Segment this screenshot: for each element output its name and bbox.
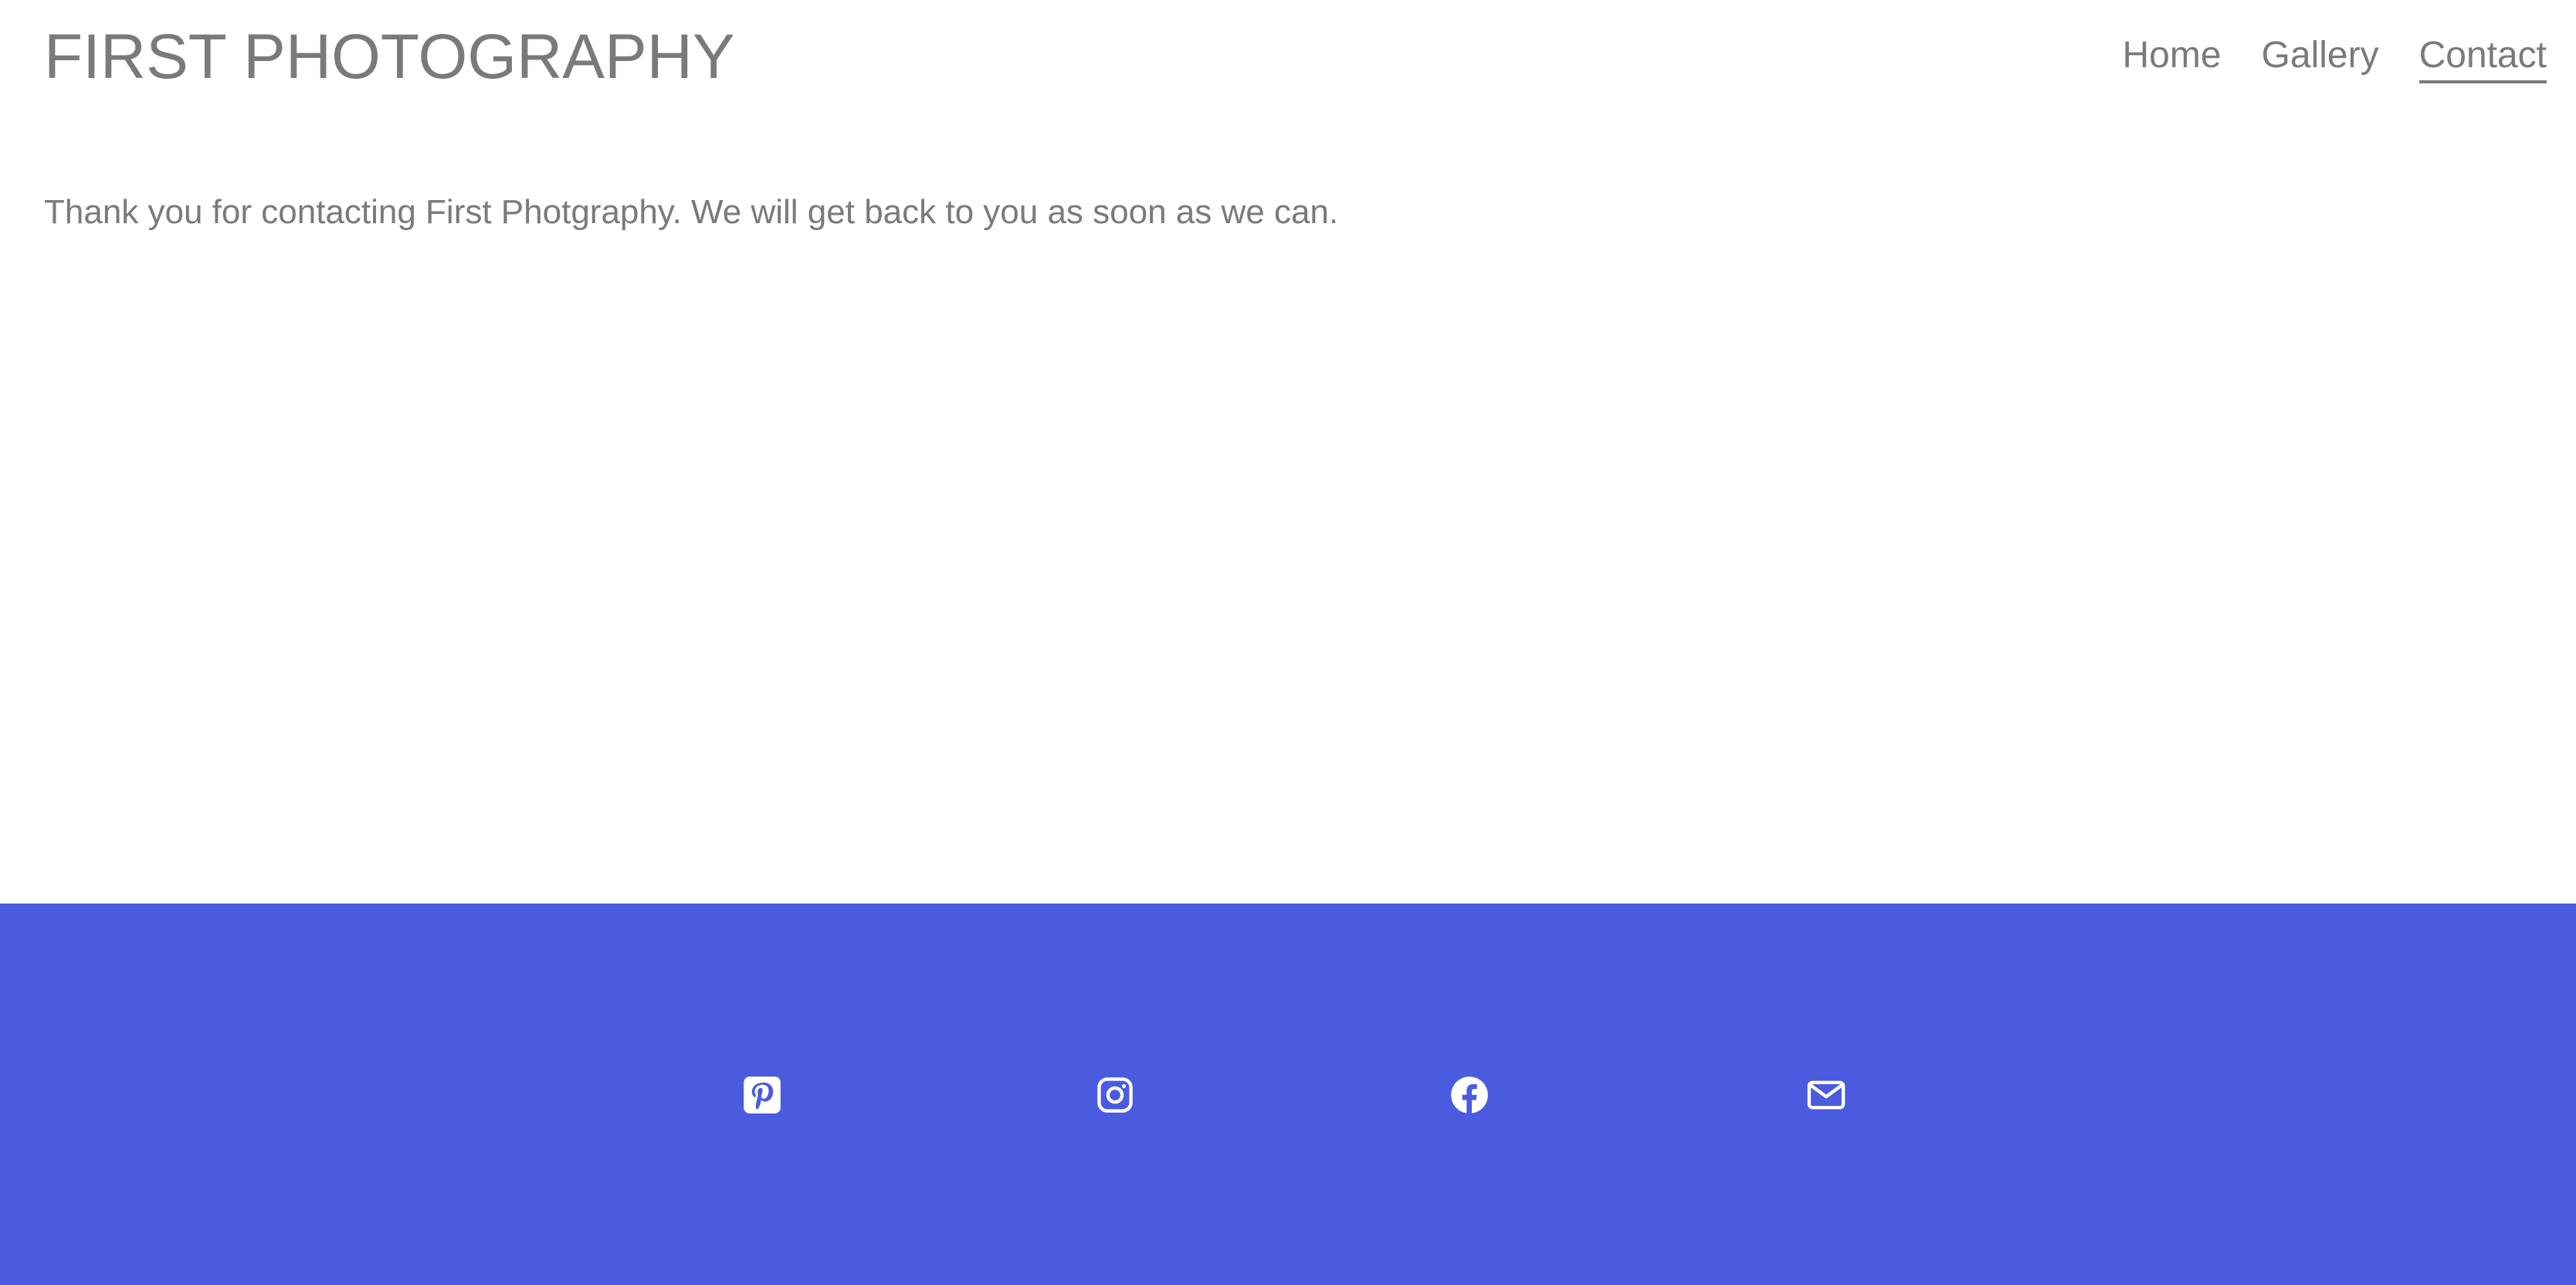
instagram-icon	[1095, 1075, 1135, 1115]
nav-home-link[interactable]: Home	[2122, 31, 2221, 83]
email-icon	[1806, 1075, 1846, 1115]
site-header: FIRST PHOTOGRAPHY Home Gallery Contact	[0, 0, 2576, 116]
site-footer	[0, 904, 2576, 1285]
facebook-icon	[1449, 1075, 1490, 1115]
pinterest-link[interactable]	[742, 1075, 782, 1115]
main-content: Thank you for contacting First Photgraph…	[44, 185, 2532, 239]
nav-gallery-link[interactable]: Gallery	[2262, 31, 2379, 83]
pinterest-icon	[742, 1075, 782, 1115]
facebook-link[interactable]	[1449, 1075, 1490, 1115]
main-nav: Home Gallery Contact	[2122, 31, 2547, 83]
instagram-link[interactable]	[1095, 1075, 1135, 1115]
thank-you-message: Thank you for contacting First Photgraph…	[44, 193, 1339, 231]
site-title[interactable]: FIRST PHOTOGRAPHY	[44, 22, 735, 93]
nav-contact-link[interactable]: Contact	[2418, 31, 2547, 83]
email-link[interactable]	[1806, 1075, 1846, 1115]
page: FIRST PHOTOGRAPHY Home Gallery Contact T…	[0, 0, 2576, 1285]
